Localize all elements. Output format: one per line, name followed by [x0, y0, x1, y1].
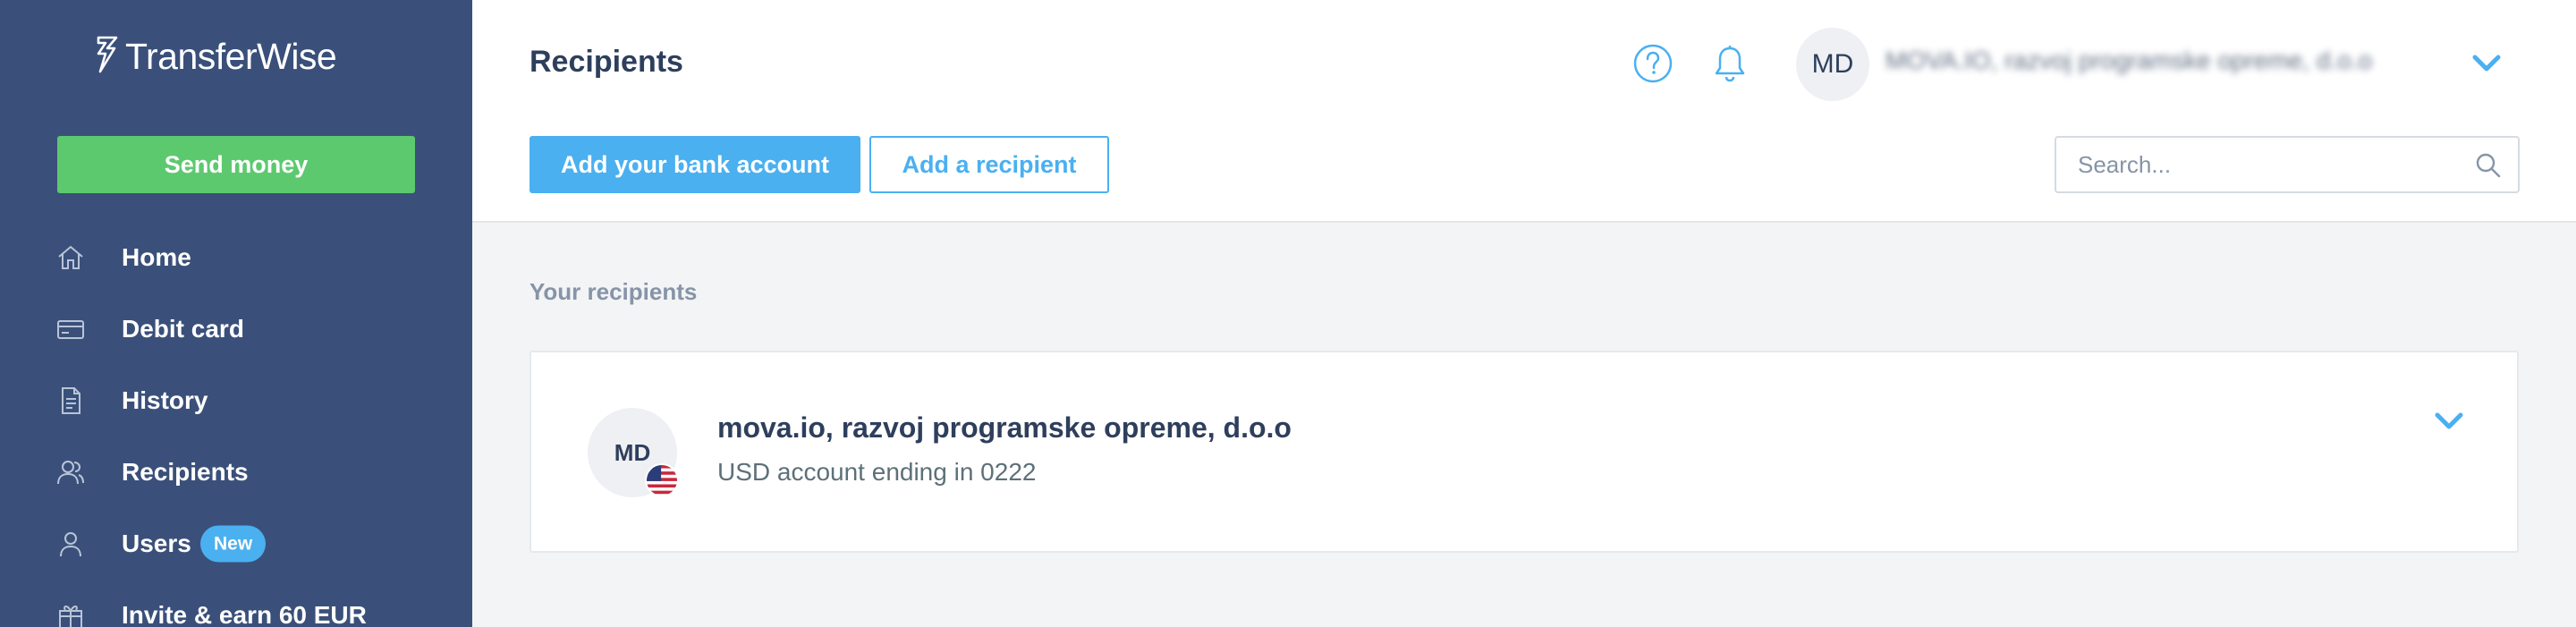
user-icon	[55, 529, 86, 559]
bell-icon[interactable]	[1709, 43, 1750, 84]
help-icon[interactable]	[1632, 43, 1674, 84]
sidebar-item-invite[interactable]: Invite & earn 60 EUR	[0, 580, 472, 627]
logo-flag-icon	[97, 36, 118, 73]
us-flag-icon	[645, 463, 679, 497]
sidebar: TransferWise Send money Home Debit card …	[0, 0, 472, 627]
recipient-account-detail: USD account ending in 0222	[717, 458, 1037, 486]
sidebar-item-label: Recipients	[122, 458, 249, 486]
logo-text: TransferWise	[125, 36, 337, 77]
new-badge: New	[200, 525, 267, 563]
section-title: Your recipients	[530, 278, 698, 305]
sidebar-item-label: Users	[122, 530, 191, 557]
sidebar-item-users[interactable]: Users New	[0, 508, 472, 580]
sidebar-item-history[interactable]: History	[0, 365, 472, 436]
page-header: Recipients MD MOVA.IO, razvoj programske…	[472, 0, 2576, 223]
search-icon[interactable]	[2475, 152, 2502, 179]
recipients-icon	[55, 457, 86, 487]
account-name[interactable]: MOVA.IO, razvoj programske opreme, d.o.o	[1885, 47, 2372, 75]
sidebar-item-label: Debit card	[122, 315, 244, 343]
search-input[interactable]	[2056, 138, 2518, 191]
sidebar-item-label: History	[122, 386, 208, 414]
add-bank-account-button[interactable]: Add your bank account	[530, 136, 860, 193]
home-icon	[55, 242, 86, 273]
document-icon	[55, 386, 86, 416]
recipient-name: mova.io, razvoj programske opreme, d.o.o	[717, 411, 1292, 444]
add-recipient-button[interactable]: Add a recipient	[869, 136, 1109, 193]
card-icon	[55, 314, 86, 344]
search-box	[2055, 136, 2520, 193]
page-title: Recipients	[530, 45, 683, 79]
sidebar-item-recipients[interactable]: Recipients	[0, 436, 472, 508]
sidebar-item-home[interactable]: Home	[0, 222, 472, 293]
send-money-button[interactable]: Send money	[57, 136, 415, 193]
sidebar-item-label: Invite & earn 60 EUR	[122, 601, 367, 627]
chevron-down-icon[interactable]	[2470, 52, 2503, 75]
chevron-down-icon[interactable]	[2433, 410, 2465, 433]
transferwise-logo[interactable]: TransferWise	[95, 34, 337, 77]
recipient-card[interactable]: MD mova.io, razvoj programske opreme, d.…	[530, 351, 2519, 553]
sidebar-item-debit-card[interactable]: Debit card	[0, 293, 472, 365]
sidebar-item-label: Home	[122, 243, 191, 271]
gift-icon	[55, 600, 86, 627]
user-avatar[interactable]: MD	[1796, 28, 1869, 101]
sidebar-nav: Home Debit card History Recipients Users	[0, 222, 472, 627]
